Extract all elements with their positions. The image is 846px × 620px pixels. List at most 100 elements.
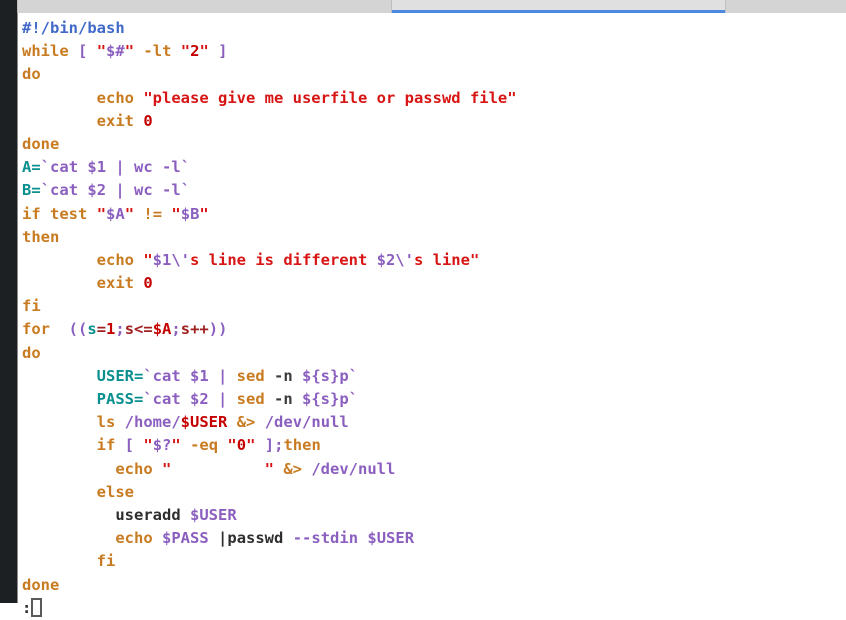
code-line[interactable]: while [ "$#" -lt "2" ] (22, 40, 846, 63)
code-token: -lt (143, 42, 172, 61)
top-tab-strip[interactable] (17, 0, 846, 13)
code-line[interactable]: useradd $USER (22, 504, 846, 527)
code-line[interactable]: do (22, 63, 846, 86)
tab-divider (725, 0, 726, 13)
code-token: = (96, 320, 107, 339)
code-line[interactable]: if [ "$?" -eq "0" ];then (22, 434, 846, 457)
code-token: p (339, 366, 349, 385)
code-token: echo (115, 459, 153, 478)
code-token: ] (264, 436, 275, 455)
code-line[interactable]: echo "please give me userfile or passwd … (22, 87, 846, 110)
code-line[interactable]: fi (22, 295, 846, 318)
code-line[interactable]: else (22, 481, 846, 504)
code-line[interactable]: if test "$A" != "$B" (22, 203, 846, 226)
code-line[interactable]: do (22, 342, 846, 365)
code-editor-area[interactable]: #!/bin/bash while [ "$#" -lt "2" ] do echo… (18, 13, 846, 617)
code-token: ` (143, 366, 153, 385)
code-line[interactable]: echo "$1\'s line is different $2\'s line… (22, 249, 846, 272)
code-token: /dev/null (311, 459, 396, 478)
code-token: | (218, 529, 228, 548)
left-gutter (0, 0, 17, 603)
code-token: ` (348, 390, 359, 408)
code-token: " (171, 204, 181, 223)
code-line[interactable]: USER=`cat $1 | sed -n ${s}p` (22, 365, 846, 388)
code-token: if (22, 204, 41, 223)
code-token: [ (124, 436, 135, 455)
code-token: 1 (106, 320, 116, 339)
code-token: : (22, 598, 32, 617)
code-token: PASS (96, 390, 134, 408)
code-token: cat $1 | (152, 366, 237, 385)
code-token: $A (152, 320, 172, 339)
code-token: ` (40, 181, 51, 200)
code-token: " (96, 42, 107, 61)
code-token: $PASS (162, 529, 209, 548)
code-token: B (22, 181, 32, 200)
code-line[interactable]: fi (22, 550, 846, 573)
code-token: -eq (190, 436, 219, 455)
code-token: passwd (227, 529, 284, 548)
code-line[interactable]: : (22, 597, 846, 620)
code-line[interactable]: then (22, 226, 846, 249)
code-token: ` (180, 158, 191, 177)
code-line[interactable]: ls /home/$USER &> /dev/null (22, 411, 846, 434)
code-token: " (227, 436, 237, 455)
code-line[interactable]: B=`cat $2 | wc -l` (22, 179, 846, 202)
code-token: do (22, 65, 41, 84)
code-token: " (143, 436, 153, 455)
code-line[interactable]: echo " " &> /dev/null (22, 458, 846, 481)
code-token: test (50, 204, 88, 223)
code-token: #!/bin/bash (22, 19, 125, 37)
code-line[interactable]: echo $PASS |passwd --stdin $USER (22, 527, 846, 550)
code-token: ls (96, 413, 116, 432)
code-token: = (133, 366, 144, 385)
code-line[interactable]: done (22, 574, 846, 597)
code-line[interactable]: #!/bin/bash (22, 17, 846, 40)
code-token: ` (180, 181, 191, 200)
code-token: done (22, 575, 60, 594)
code-line[interactable]: exit 0 (22, 110, 846, 133)
code-line[interactable]: A=`cat $1 | wc -l` (22, 156, 846, 179)
code-token: USER (96, 366, 134, 385)
code-token: done (22, 134, 60, 153)
code-token: ` (348, 366, 359, 385)
code-token: [ (78, 42, 88, 61)
code-token: for (22, 320, 50, 339)
code-token: "please give me userfile or passwd file" (143, 88, 517, 107)
code-line[interactable]: exit 0 (22, 272, 846, 295)
code-line[interactable]: PASS=`cat $2 | sed -n ${s}p` (22, 388, 846, 411)
code-line[interactable]: for ((s=1;s<=$A;s++)) (22, 318, 846, 341)
code-token: -n (264, 390, 302, 408)
code-token: 0 (143, 274, 153, 293)
code-token: " (96, 204, 107, 223)
code-token: != (143, 204, 163, 223)
code-line[interactable]: done (22, 133, 846, 156)
code-token: fi (96, 552, 116, 571)
code-token: ${s} (302, 390, 340, 408)
